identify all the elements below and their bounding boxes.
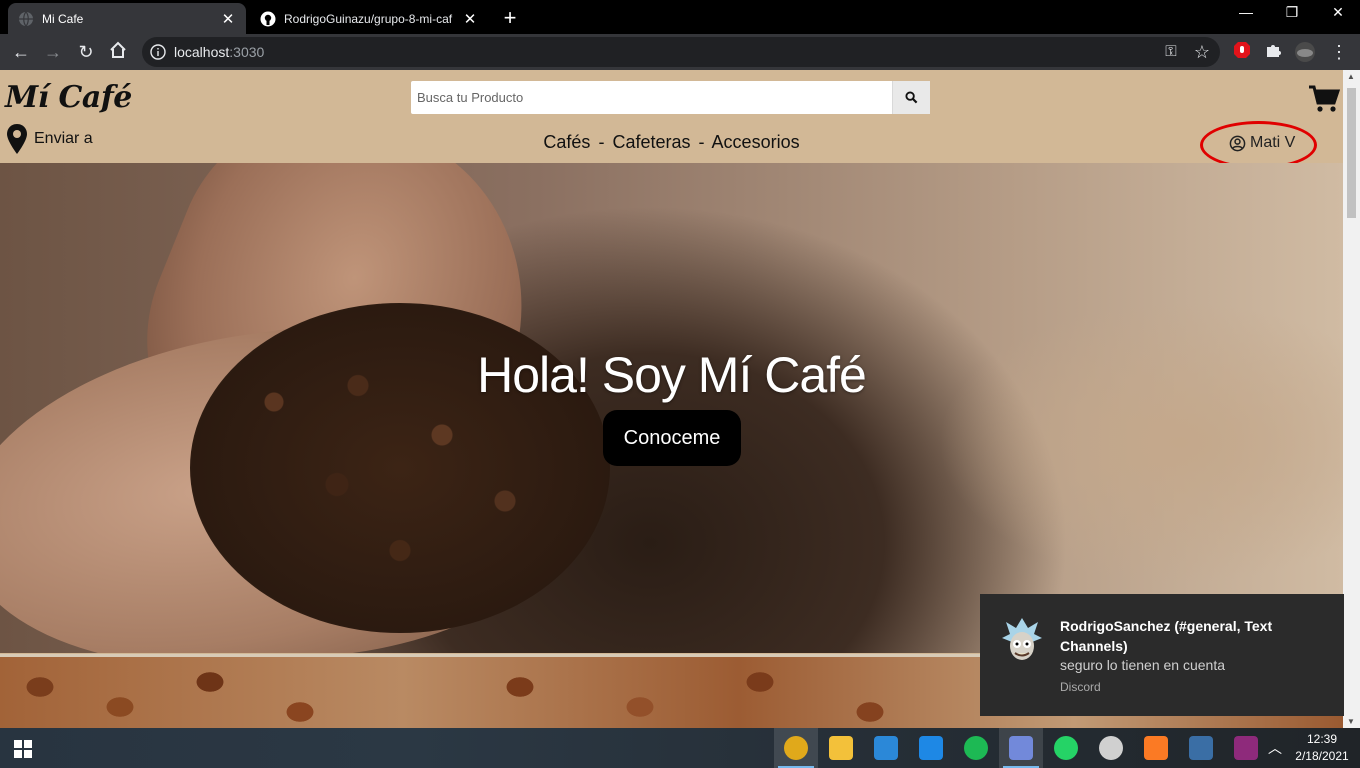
bookmark-star-icon[interactable]: ☆: [1191, 41, 1213, 63]
notification-title: RodrigoSanchez (#general, Text Channels): [1060, 618, 1273, 654]
search-icon: [905, 91, 918, 104]
tab-title: RodrigoGuinazu/grupo-8-mi-caf: [284, 11, 453, 26]
mail-icon: [874, 736, 898, 760]
taskbar-whatsapp[interactable]: [1044, 728, 1088, 768]
key-icon[interactable]: ⚿: [1160, 41, 1182, 63]
tab-mi-cafe[interactable]: Mi Cafe ✕: [8, 3, 246, 34]
nav-separator: -: [598, 132, 605, 152]
discord-icon: [1009, 736, 1033, 760]
page-scrollbar[interactable]: ▲ ▼: [1343, 70, 1360, 728]
taskbar-file-explorer[interactable]: [819, 728, 863, 768]
notification-app: Discord: [1060, 680, 1101, 694]
shopping-cart-icon[interactable]: [1308, 84, 1340, 114]
whatsapp-icon: [1054, 736, 1078, 760]
reload-icon[interactable]: ↻: [75, 41, 97, 63]
close-tab-icon[interactable]: ✕: [220, 10, 236, 28]
site-logo[interactable]: Mí Café: [5, 80, 132, 115]
windows-taskbar: ︿ 12:39 2/18/2021: [0, 728, 1360, 768]
tab-title: Mi Cafe: [42, 11, 84, 26]
close-window-icon[interactable]: ✕: [1328, 4, 1348, 24]
chrome-icon: [784, 736, 808, 760]
extensions-puzzle-icon[interactable]: [1262, 41, 1284, 63]
taskbar-spotify[interactable]: [954, 728, 998, 768]
github-icon: [260, 11, 276, 26]
taskbar-discord[interactable]: [999, 728, 1043, 768]
xampp-icon: [1144, 736, 1168, 760]
taskbar-mysql-workbench[interactable]: [1179, 728, 1223, 768]
info-icon[interactable]: [150, 44, 166, 60]
nav-link-cafeteras[interactable]: Cafeteras: [612, 132, 690, 152]
tab-github[interactable]: RodrigoGuinazu/grupo-8-mi-caf ✕: [250, 3, 488, 34]
category-nav: Cafés - Cafeteras - Accesorios: [0, 132, 1343, 153]
nav-link-cafes[interactable]: Cafés: [543, 132, 590, 152]
minimize-icon[interactable]: —: [1236, 4, 1256, 24]
spotify-icon: [964, 736, 988, 760]
forward-icon[interactable]: →: [42, 41, 64, 63]
search-input[interactable]: [411, 81, 891, 114]
obs-icon: [1099, 736, 1123, 760]
nav-separator: -: [698, 132, 705, 152]
browser-menu-icon[interactable]: ⋮: [1328, 41, 1350, 63]
taskbar-obs[interactable]: [1089, 728, 1133, 768]
scroll-down-arrow-icon[interactable]: ▼: [1347, 717, 1355, 726]
conoceme-button[interactable]: Conoceme: [603, 410, 741, 466]
back-icon[interactable]: ←: [10, 41, 32, 63]
hero-title: Hola! Soy Mí Café: [477, 347, 867, 403]
close-tab-icon[interactable]: ✕: [462, 10, 478, 28]
discord-notification[interactable]: RodrigoSanchez (#general, Text Channels)…: [980, 594, 1344, 716]
globe-icon: [19, 11, 33, 26]
taskbar-xampp[interactable]: [1134, 728, 1178, 768]
url-text: localhost:3030: [174, 44, 265, 60]
hero-banner: Hola! Soy Mí Café Conoceme: [0, 163, 1343, 653]
profile-avatar[interactable]: [1294, 41, 1316, 63]
home-icon[interactable]: [107, 41, 129, 63]
taskbar-vscode[interactable]: [909, 728, 953, 768]
scrollbar-thumb[interactable]: [1347, 88, 1356, 218]
address-bar[interactable]: localhost:3030: [142, 37, 1220, 67]
nav-link-accesorios[interactable]: Accesorios: [712, 132, 800, 152]
scroll-up-arrow-icon[interactable]: ▲: [1347, 72, 1355, 81]
rick-avatar-icon: [1002, 618, 1042, 660]
search-button[interactable]: [892, 81, 930, 114]
windows-start-icon[interactable]: [14, 740, 32, 758]
mysql-workbench-icon: [1189, 736, 1213, 760]
search-bar: [411, 81, 930, 114]
adblock-extension-icon[interactable]: [1231, 41, 1253, 63]
file-explorer-icon: [829, 736, 853, 760]
taskbar-winrar[interactable]: [1224, 728, 1268, 768]
browser-tabstrip: Mi Cafe ✕ RodrigoGuinazu/grupo-8-mi-caf …: [0, 0, 1360, 34]
taskbar-chrome[interactable]: [774, 728, 818, 768]
clock-time: 12:39: [1306, 732, 1338, 746]
clock-date: 2/18/2021: [1295, 749, 1349, 763]
system-clock[interactable]: 12:39 2/18/2021: [1292, 731, 1352, 765]
vscode-icon: [919, 736, 943, 760]
restore-icon[interactable]: ❐: [1282, 4, 1302, 24]
new-tab-icon[interactable]: +: [498, 5, 522, 31]
annotation-red-circle: [1200, 121, 1317, 169]
winrar-icon: [1234, 736, 1258, 760]
browser-toolbar: ← → ↻ localhost:3030 ⚿ ☆ ⋮: [0, 34, 1360, 70]
tray-chevron-up-icon[interactable]: ︿: [1268, 738, 1282, 758]
taskbar-mail[interactable]: [864, 728, 908, 768]
notification-message: seguro lo tienen en cuenta: [1060, 657, 1226, 673]
